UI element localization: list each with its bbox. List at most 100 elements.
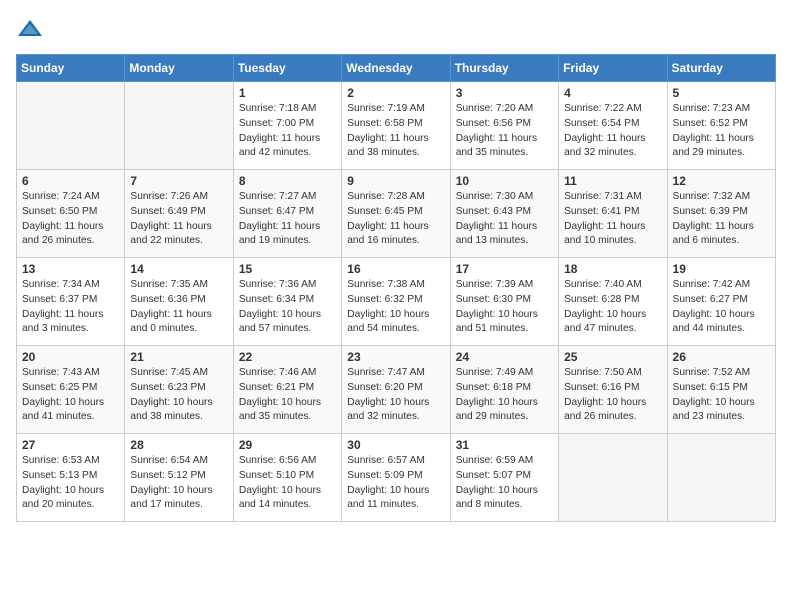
day-info: Sunrise: 7:31 AMSunset: 6:41 PMDaylight:… bbox=[564, 190, 661, 249]
calendar-cell: 9 Sunrise: 7:28 AMSunset: 6:45 PMDaylight… bbox=[342, 170, 450, 258]
day-number: 24 bbox=[456, 350, 553, 364]
day-number: 25 bbox=[564, 350, 661, 364]
calendar-cell: 23 Sunrise: 7:47 AMSunset: 6:20 PMDayligh… bbox=[342, 346, 450, 434]
calendar-cell: 15 Sunrise: 7:36 AMSunset: 6:34 PMDayligh… bbox=[233, 258, 341, 346]
calendar-cell: 21 Sunrise: 7:45 AMSunset: 6:23 PMDayligh… bbox=[125, 346, 233, 434]
day-number: 20 bbox=[22, 350, 119, 364]
day-number: 5 bbox=[673, 86, 770, 100]
day-info: Sunrise: 6:56 AMSunset: 5:10 PMDaylight:… bbox=[239, 454, 336, 513]
day-info: Sunrise: 7:38 AMSunset: 6:32 PMDaylight:… bbox=[347, 278, 444, 337]
calendar-week-2: 6 Sunrise: 7:24 AMSunset: 6:50 PMDaylight… bbox=[17, 170, 776, 258]
calendar-table: SundayMondayTuesdayWednesdayThursdayFrid… bbox=[16, 54, 776, 522]
calendar-cell: 25 Sunrise: 7:50 AMSunset: 6:16 PMDayligh… bbox=[559, 346, 667, 434]
calendar-cell bbox=[17, 82, 125, 170]
calendar-cell: 24 Sunrise: 7:49 AMSunset: 6:18 PMDayligh… bbox=[450, 346, 558, 434]
calendar-cell: 5 Sunrise: 7:23 AMSunset: 6:52 PMDaylight… bbox=[667, 82, 775, 170]
day-number: 23 bbox=[347, 350, 444, 364]
day-info: Sunrise: 6:54 AMSunset: 5:12 PMDaylight:… bbox=[130, 454, 227, 513]
day-number: 18 bbox=[564, 262, 661, 276]
day-info: Sunrise: 7:50 AMSunset: 6:16 PMDaylight:… bbox=[564, 366, 661, 425]
calendar-cell: 12Sunrise: 7:32 AMSunset: 6:39 PMDayligh… bbox=[667, 170, 775, 258]
calendar-cell: 18Sunrise: 7:40 AMSunset: 6:28 PMDayligh… bbox=[559, 258, 667, 346]
calendar-cell: 20 Sunrise: 7:43 AMSunset: 6:25 PMDayligh… bbox=[17, 346, 125, 434]
days-header-row: SundayMondayTuesdayWednesdayThursdayFrid… bbox=[17, 55, 776, 82]
day-number: 17 bbox=[456, 262, 553, 276]
logo-icon bbox=[16, 16, 44, 44]
day-info: Sunrise: 7:36 AMSunset: 6:34 PMDaylight:… bbox=[239, 278, 336, 337]
day-info: Sunrise: 7:19 AMSunset: 6:58 PMDaylight:… bbox=[347, 102, 444, 161]
calendar-cell: 19 Sunrise: 7:42 AMSunset: 6:27 PMDayligh… bbox=[667, 258, 775, 346]
day-number: 2 bbox=[347, 86, 444, 100]
day-number: 15 bbox=[239, 262, 336, 276]
logo bbox=[16, 16, 48, 44]
day-info: Sunrise: 7:45 AMSunset: 6:23 PMDaylight:… bbox=[130, 366, 227, 425]
day-number: 11 bbox=[564, 174, 661, 188]
day-header-sunday: Sunday bbox=[17, 55, 125, 82]
calendar-week-5: 27 Sunrise: 6:53 AMSunset: 5:13 PMDayligh… bbox=[17, 434, 776, 522]
day-info: Sunrise: 7:43 AMSunset: 6:25 PMDaylight:… bbox=[22, 366, 119, 425]
day-number: 8 bbox=[239, 174, 336, 188]
day-number: 28 bbox=[130, 438, 227, 452]
calendar-cell: 10 Sunrise: 7:30 AMSunset: 6:43 PMDayligh… bbox=[450, 170, 558, 258]
day-info: Sunrise: 7:22 AMSunset: 6:54 PMDaylight:… bbox=[564, 102, 661, 161]
day-info: Sunrise: 7:28 AMSunset: 6:45 PMDaylight:… bbox=[347, 190, 444, 249]
day-number: 31 bbox=[456, 438, 553, 452]
day-info: Sunrise: 7:18 AMSunset: 7:00 PMDaylight:… bbox=[239, 102, 336, 161]
day-number: 29 bbox=[239, 438, 336, 452]
day-number: 27 bbox=[22, 438, 119, 452]
day-info: Sunrise: 6:53 AMSunset: 5:13 PMDaylight:… bbox=[22, 454, 119, 513]
calendar-cell: 16 Sunrise: 7:38 AMSunset: 6:32 PMDayligh… bbox=[342, 258, 450, 346]
day-info: Sunrise: 6:59 AMSunset: 5:07 PMDaylight:… bbox=[456, 454, 553, 513]
day-number: 14 bbox=[130, 262, 227, 276]
calendar-week-4: 20 Sunrise: 7:43 AMSunset: 6:25 PMDayligh… bbox=[17, 346, 776, 434]
day-header-monday: Monday bbox=[125, 55, 233, 82]
day-number: 3 bbox=[456, 86, 553, 100]
calendar-cell: 28 Sunrise: 6:54 AMSunset: 5:12 PMDayligh… bbox=[125, 434, 233, 522]
day-info: Sunrise: 7:35 AMSunset: 6:36 PMDaylight:… bbox=[130, 278, 227, 337]
calendar-cell: 13Sunrise: 7:34 AMSunset: 6:37 PMDayligh… bbox=[17, 258, 125, 346]
calendar-cell: 22 Sunrise: 7:46 AMSunset: 6:21 PMDayligh… bbox=[233, 346, 341, 434]
calendar-cell: 14 Sunrise: 7:35 AMSunset: 6:36 PMDayligh… bbox=[125, 258, 233, 346]
day-number: 21 bbox=[130, 350, 227, 364]
day-info: Sunrise: 7:23 AMSunset: 6:52 PMDaylight:… bbox=[673, 102, 770, 161]
day-info: Sunrise: 7:52 AMSunset: 6:15 PMDaylight:… bbox=[673, 366, 770, 425]
calendar-cell: 11 Sunrise: 7:31 AMSunset: 6:41 PMDayligh… bbox=[559, 170, 667, 258]
day-info: Sunrise: 7:26 AMSunset: 6:49 PMDaylight:… bbox=[130, 190, 227, 249]
day-info: Sunrise: 7:49 AMSunset: 6:18 PMDaylight:… bbox=[456, 366, 553, 425]
calendar-cell: 26Sunrise: 7:52 AMSunset: 6:15 PMDayligh… bbox=[667, 346, 775, 434]
day-info: Sunrise: 6:57 AMSunset: 5:09 PMDaylight:… bbox=[347, 454, 444, 513]
day-number: 19 bbox=[673, 262, 770, 276]
day-info: Sunrise: 7:30 AMSunset: 6:43 PMDaylight:… bbox=[456, 190, 553, 249]
day-number: 16 bbox=[347, 262, 444, 276]
calendar-cell: 29 Sunrise: 6:56 AMSunset: 5:10 PMDayligh… bbox=[233, 434, 341, 522]
calendar-cell bbox=[559, 434, 667, 522]
day-number: 7 bbox=[130, 174, 227, 188]
day-info: Sunrise: 7:39 AMSunset: 6:30 PMDaylight:… bbox=[456, 278, 553, 337]
day-info: Sunrise: 7:47 AMSunset: 6:20 PMDaylight:… bbox=[347, 366, 444, 425]
calendar-cell bbox=[125, 82, 233, 170]
day-info: Sunrise: 7:24 AMSunset: 6:50 PMDaylight:… bbox=[22, 190, 119, 249]
day-info: Sunrise: 7:42 AMSunset: 6:27 PMDaylight:… bbox=[673, 278, 770, 337]
day-header-tuesday: Tuesday bbox=[233, 55, 341, 82]
day-number: 4 bbox=[564, 86, 661, 100]
day-number: 22 bbox=[239, 350, 336, 364]
calendar-cell: 27 Sunrise: 6:53 AMSunset: 5:13 PMDayligh… bbox=[17, 434, 125, 522]
calendar-cell: 30 Sunrise: 6:57 AMSunset: 5:09 PMDayligh… bbox=[342, 434, 450, 522]
day-number: 9 bbox=[347, 174, 444, 188]
day-info: Sunrise: 7:27 AMSunset: 6:47 PMDaylight:… bbox=[239, 190, 336, 249]
calendar-cell: 7 Sunrise: 7:26 AMSunset: 6:49 PMDaylight… bbox=[125, 170, 233, 258]
calendar-cell: 17 Sunrise: 7:39 AMSunset: 6:30 PMDayligh… bbox=[450, 258, 558, 346]
day-info: Sunrise: 7:34 AMSunset: 6:37 PMDaylight:… bbox=[22, 278, 119, 337]
calendar-cell: 3Sunrise: 7:20 AMSunset: 6:56 PMDaylight… bbox=[450, 82, 558, 170]
day-number: 10 bbox=[456, 174, 553, 188]
day-number: 6 bbox=[22, 174, 119, 188]
page-header bbox=[16, 16, 776, 44]
day-number: 12 bbox=[673, 174, 770, 188]
calendar-cell: 8 Sunrise: 7:27 AMSunset: 6:47 PMDaylight… bbox=[233, 170, 341, 258]
calendar-cell bbox=[667, 434, 775, 522]
day-header-thursday: Thursday bbox=[450, 55, 558, 82]
day-header-saturday: Saturday bbox=[667, 55, 775, 82]
day-header-friday: Friday bbox=[559, 55, 667, 82]
day-info: Sunrise: 7:46 AMSunset: 6:21 PMDaylight:… bbox=[239, 366, 336, 425]
day-number: 30 bbox=[347, 438, 444, 452]
